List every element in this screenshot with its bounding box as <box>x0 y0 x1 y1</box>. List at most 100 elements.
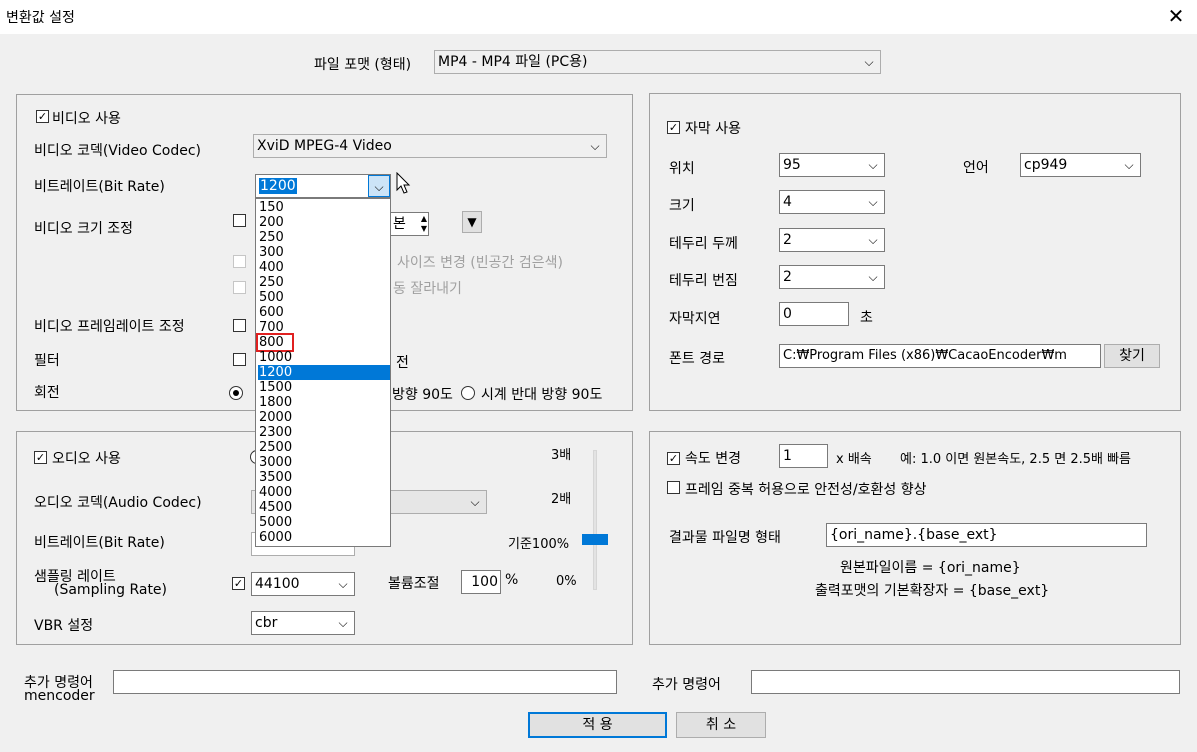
help-line-1: 원본파일이름 = {ori_name} <box>840 560 1021 576</box>
bitrate-option[interactable]: 2000 <box>258 410 390 425</box>
rotate-cw-label: 방향 90도 <box>392 387 453 403</box>
rotate-ccw-radio[interactable] <box>461 386 475 400</box>
audio-bitrate-label: 비트레이트(Bit Rate) <box>34 535 165 551</box>
bitrate-option[interactable]: 1500 <box>258 380 390 395</box>
video-codec-select[interactable]: XviD MPEG-4 Video ⌵ <box>253 134 607 158</box>
bitrate-option[interactable]: 400 <box>258 260 390 275</box>
video-resize-checkbox[interactable] <box>233 214 246 227</box>
auto-crop-checkbox[interactable] <box>233 281 246 294</box>
blur-value: 2 <box>783 269 792 285</box>
scale-3x: 3배 <box>551 448 572 463</box>
size-value: 4 <box>783 194 792 210</box>
chevron-down-icon: ⌵ <box>868 270 878 284</box>
close-icon[interactable]: ✕ <box>1164 3 1188 29</box>
video-codec-label: 비디오 코덱(Video Codec) <box>34 143 201 159</box>
sampling-checkbox[interactable]: ✓ <box>232 577 245 590</box>
dup-frame-checkbox[interactable] <box>667 481 680 494</box>
bitrate-option[interactable]: 4500 <box>258 500 390 515</box>
volume-slider-track[interactable] <box>593 450 597 590</box>
position-select[interactable]: 95 ⌵ <box>779 153 885 177</box>
speed-unit: x 배속 <box>836 452 872 467</box>
bitrate-dropdown-list[interactable]: 150 200 250 300 400 250 500 600 700 800 1000 1200 15… <box>255 198 391 547</box>
video-framerate-checkbox[interactable] <box>233 319 246 332</box>
delay-input[interactable]: 0 <box>779 302 849 326</box>
bitrate-option[interactable]: 6000 <box>258 530 390 545</box>
video-bitrate-value: 1200 <box>259 178 297 194</box>
mencoder-label-2: mencoder <box>24 688 95 704</box>
bitrate-option[interactable]: 300 <box>258 245 390 260</box>
chevron-down-icon: ⌵ <box>868 158 878 172</box>
keep-ratio-checkbox[interactable] <box>233 255 246 268</box>
mencoder-input[interactable] <box>113 670 617 694</box>
bitrate-option[interactable]: 250 <box>258 275 390 290</box>
bitrate-option[interactable]: 4000 <box>258 485 390 500</box>
audio-codec-label: 오디오 코덱(Audio Codec) <box>34 495 202 511</box>
volume-input[interactable]: 100 <box>461 570 501 594</box>
spin-arrows-icon[interactable]: ▲ ▼ <box>421 214 427 234</box>
extra-command-input[interactable] <box>751 670 1180 694</box>
resize-spinner-text: 본 <box>393 216 406 232</box>
bitrate-option[interactable]: 200 <box>258 215 390 230</box>
bitrate-option[interactable]: 150 <box>258 200 390 215</box>
subtitle-enable-label: 자막 사용 <box>685 121 741 137</box>
rotate-label: 회전 <box>34 385 60 401</box>
triangle-down-icon: ▼ <box>467 215 477 229</box>
bitrate-option[interactable]: 2500 <box>258 440 390 455</box>
browse-button[interactable]: 찾기 <box>1104 344 1160 368</box>
bitrate-option[interactable]: 2300 <box>258 425 390 440</box>
bitrate-option[interactable]: 3500 <box>258 470 390 485</box>
resize-dropdown-button[interactable]: ▼ <box>462 211 482 233</box>
video-framerate-label: 비디오 프레임레이트 조정 <box>34 319 185 335</box>
dup-frame-label: 프레임 중복 허용으로 안전성/호환성 향상 <box>685 482 927 498</box>
bitrate-option[interactable]: 500 <box>258 290 390 305</box>
bitrate-option[interactable]: 3000 <box>258 455 390 470</box>
font-path-input[interactable]: C:₩Program Files (x86)₩CacaoEncoder₩m <box>779 344 1101 368</box>
vbr-select[interactable]: cbr ⌵ <box>251 611 355 635</box>
bitrate-option[interactable]: 250 <box>258 230 390 245</box>
bitrate-option[interactable]: 5000 <box>258 515 390 530</box>
blur-select[interactable]: 2 ⌵ <box>779 265 885 289</box>
bitrate-option[interactable]: 600 <box>258 305 390 320</box>
filter-checkbox[interactable] <box>233 353 246 366</box>
subtitle-enable-checkbox[interactable]: ✓ <box>667 121 680 134</box>
filter-tail-label: 전 <box>396 355 409 371</box>
apply-button[interactable]: 적 용 <box>528 712 667 738</box>
chevron-down-icon: ⌵ <box>338 577 348 591</box>
format-select[interactable]: MP4 - MP4 파일 (PC용) ⌵ <box>434 50 881 74</box>
auto-crop-label: 동 잘라내기 <box>393 281 462 297</box>
video-resize-label: 비디오 크기 조정 <box>34 221 134 237</box>
chevron-down-icon: ⌵ <box>868 195 878 209</box>
sampling-label-2: (Sampling Rate) <box>54 582 168 598</box>
border-value: 2 <box>783 232 792 248</box>
speed-hint: 예: 1.0 이면 원본속도, 2.5 면 2.5배 빠름 <box>900 452 1132 467</box>
bitrate-option[interactable]: 1200 <box>258 365 390 380</box>
audio-enable-label: 오디오 사용 <box>52 451 121 467</box>
sampling-value: 44100 <box>255 576 300 592</box>
resize-spinner[interactable]: 본 ▲ ▼ <box>389 212 429 236</box>
speed-input[interactable]: 1 <box>779 444 828 468</box>
volume-slider-thumb[interactable] <box>582 534 608 545</box>
border-select[interactable]: 2 ⌵ <box>779 228 885 252</box>
rotate-ccw-label: 시계 반대 방향 90도 <box>481 387 603 403</box>
rotate-cw-radio[interactable] <box>229 386 243 400</box>
video-bitrate-select[interactable]: 1200 ⌵ <box>255 174 391 198</box>
speed-enable-label: 속도 변경 <box>685 451 741 467</box>
sampling-select[interactable]: 44100 ⌵ <box>251 572 355 596</box>
position-value: 95 <box>783 157 801 173</box>
output-name-input[interactable]: {ori_name}.{base_ext} <box>826 523 1147 547</box>
chevron-down-icon: ⌵ <box>338 616 348 630</box>
bitrate-option[interactable]: 1800 <box>258 395 390 410</box>
bitrate-option[interactable]: 1000 <box>258 350 390 365</box>
size-select[interactable]: 4 ⌵ <box>779 190 885 214</box>
audio-enable-checkbox[interactable]: ✓ <box>34 451 47 464</box>
language-select[interactable]: cp949 ⌵ <box>1020 153 1141 177</box>
bitrate-option[interactable]: 700 <box>258 320 390 335</box>
format-value: MP4 - MP4 파일 (PC용) <box>438 54 588 70</box>
video-enable-checkbox[interactable]: ✓ <box>36 110 49 123</box>
bitrate-option[interactable]: 800 <box>256 333 294 352</box>
format-label: 파일 포맷 (형태) <box>314 57 412 73</box>
cancel-button[interactable]: 취 소 <box>676 712 766 738</box>
speed-enable-checkbox[interactable]: ✓ <box>667 452 680 465</box>
language-value: cp949 <box>1024 157 1068 173</box>
delay-unit: 초 <box>860 310 873 326</box>
